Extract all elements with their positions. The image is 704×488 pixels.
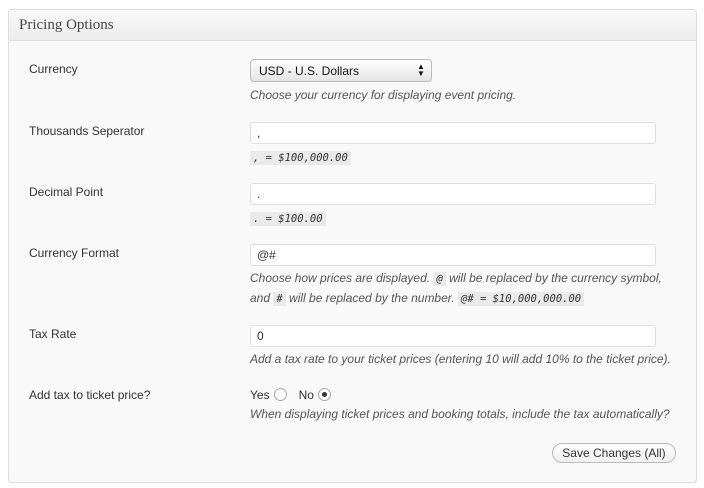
add-tax-label: Add tax to ticket price? — [29, 388, 151, 402]
currency-format-description-line1: Choose how prices are displayed. @ will … — [250, 271, 662, 286]
thousands-separator-label: Thousands Seperator — [29, 124, 145, 138]
tax-rate-description: Add a tax rate to your ticket prices (en… — [250, 352, 671, 366]
currency-selected-value: USD - U.S. Dollars — [259, 64, 360, 78]
format-example-code: @# = $10,000,000.00 — [458, 292, 585, 306]
thousands-separator-input[interactable] — [250, 122, 656, 144]
tax-rate-label: Tax Rate — [29, 327, 77, 341]
decimal-point-label: Decimal Point — [29, 185, 104, 199]
panel-header: Pricing Options — [9, 10, 696, 41]
tax-rate-input[interactable] — [250, 325, 656, 347]
currency-format-description-line2: and # will be replaced by the number. @#… — [250, 291, 585, 306]
radio-no-label: No — [298, 387, 314, 402]
currency-select[interactable]: USD - U.S. Dollars ▲ ▼ — [250, 59, 432, 82]
code-hash-symbol: # — [273, 292, 286, 306]
currency-description: Choose your currency for displaying even… — [250, 88, 517, 102]
radio-yes-label: Yes — [250, 387, 270, 402]
decimal-example-code: . = $100.00 — [250, 212, 326, 226]
decimal-point-input[interactable] — [250, 183, 656, 205]
thousands-example-code: , = $100,000.00 — [250, 151, 351, 165]
select-arrows-icon: ▲ ▼ — [417, 62, 425, 78]
code-at-symbol: @ — [433, 272, 446, 286]
add-tax-radio-group: Yes No — [250, 387, 343, 402]
add-tax-description: When displaying ticket prices and bookin… — [250, 407, 670, 421]
pricing-options-panel: Pricing Options Currency USD - U.S. Doll… — [8, 9, 697, 483]
currency-label: Currency — [29, 62, 78, 76]
currency-format-label: Currency Format — [29, 246, 120, 260]
radio-yes[interactable] — [273, 388, 287, 402]
currency-format-input[interactable] — [250, 244, 656, 266]
radio-no[interactable] — [317, 388, 331, 402]
save-changes-button[interactable]: Save Changes (All) — [552, 443, 676, 463]
panel-title: Pricing Options — [19, 17, 114, 33]
